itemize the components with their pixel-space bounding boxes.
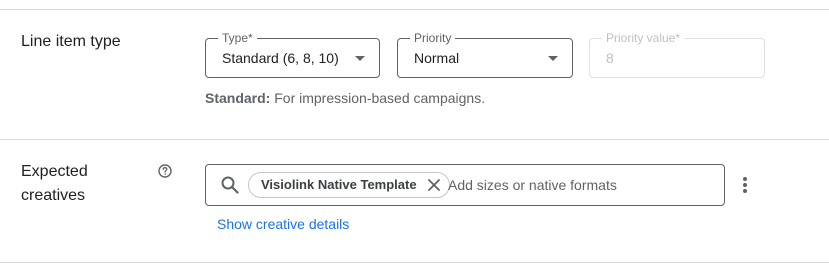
priority-select[interactable]: Priority Normal bbox=[397, 30, 573, 78]
chevron-down-icon bbox=[355, 56, 365, 61]
bottom-divider bbox=[0, 262, 829, 263]
priority-value-field-label: Priority value* bbox=[602, 30, 685, 46]
creative-chip-label: Visiolink Native Template bbox=[261, 177, 417, 192]
expected-creatives-label: Expected creatives bbox=[21, 160, 88, 208]
show-creative-details-link[interactable]: Show creative details bbox=[217, 214, 349, 234]
more-vert-icon[interactable] bbox=[736, 175, 754, 195]
creative-chip[interactable]: Visiolink Native Template bbox=[248, 172, 450, 198]
middle-divider bbox=[0, 139, 829, 140]
type-hint: Standard: For impression-based campaigns… bbox=[205, 88, 485, 108]
expected-creatives-label-line1: Expected bbox=[21, 163, 88, 180]
search-icon bbox=[221, 176, 239, 194]
type-hint-text: For impression-based campaigns. bbox=[270, 90, 486, 106]
line-item-type-label: Line item type bbox=[21, 33, 121, 50]
top-divider bbox=[0, 9, 829, 10]
creatives-chip-input-field[interactable]: Visiolink Native Template bbox=[205, 164, 725, 206]
priority-value-field-value: 8 bbox=[606, 50, 614, 66]
help-circle-icon[interactable] bbox=[158, 164, 172, 178]
expected-creatives-label-line2: creatives bbox=[21, 187, 86, 204]
type-field-value: Standard (6, 8, 10) bbox=[222, 50, 339, 66]
add-sizes-input[interactable] bbox=[448, 165, 708, 205]
chevron-down-icon bbox=[548, 56, 558, 61]
type-hint-bold: Standard: bbox=[205, 90, 271, 106]
priority-value-input: Priority value* 8 bbox=[589, 30, 765, 78]
priority-field-value: Normal bbox=[414, 50, 460, 66]
close-icon[interactable] bbox=[427, 178, 441, 192]
type-select[interactable]: Type* Standard (6, 8, 10) bbox=[205, 30, 380, 78]
